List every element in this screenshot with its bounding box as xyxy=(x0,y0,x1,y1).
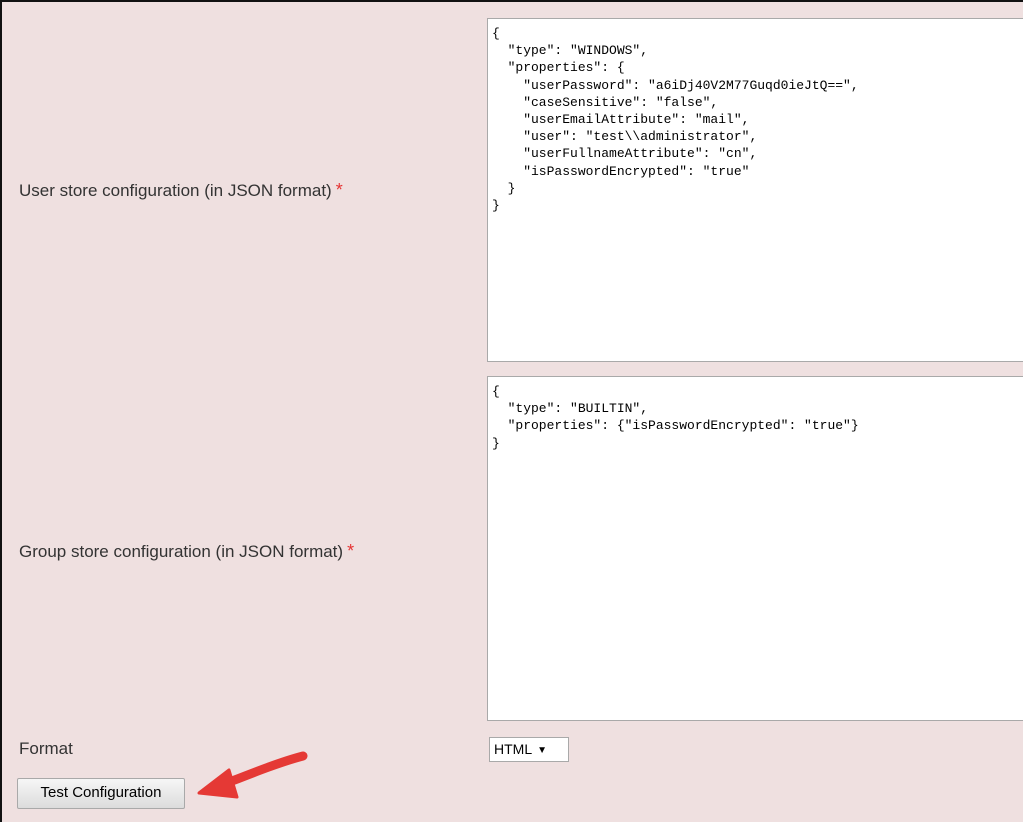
group-store-label-text: Group store configuration (in JSON forma… xyxy=(19,542,344,561)
required-mark: * xyxy=(335,180,343,200)
group-store-label: Group store configuration (in JSON forma… xyxy=(19,541,354,562)
user-store-json-textarea[interactable]: { "type": "WINDOWS", "properties": { "us… xyxy=(487,18,1023,362)
format-select[interactable]: HTML ▼ xyxy=(489,737,569,762)
user-store-label-text: User store configuration (in JSON format… xyxy=(19,181,332,200)
format-selected-value: HTML xyxy=(494,741,533,757)
required-mark: * xyxy=(347,541,355,561)
format-label: Format xyxy=(19,739,73,758)
red-arrow-icon xyxy=(197,751,308,799)
group-store-json-textarea[interactable]: { "type": "BUILTIN", "properties": {"isP… xyxy=(487,376,1023,721)
chevron-down-icon: ▼ xyxy=(537,745,548,756)
user-store-label: User store configuration (in JSON format… xyxy=(19,180,343,201)
test-configuration-button[interactable]: Test Configuration xyxy=(17,778,185,809)
